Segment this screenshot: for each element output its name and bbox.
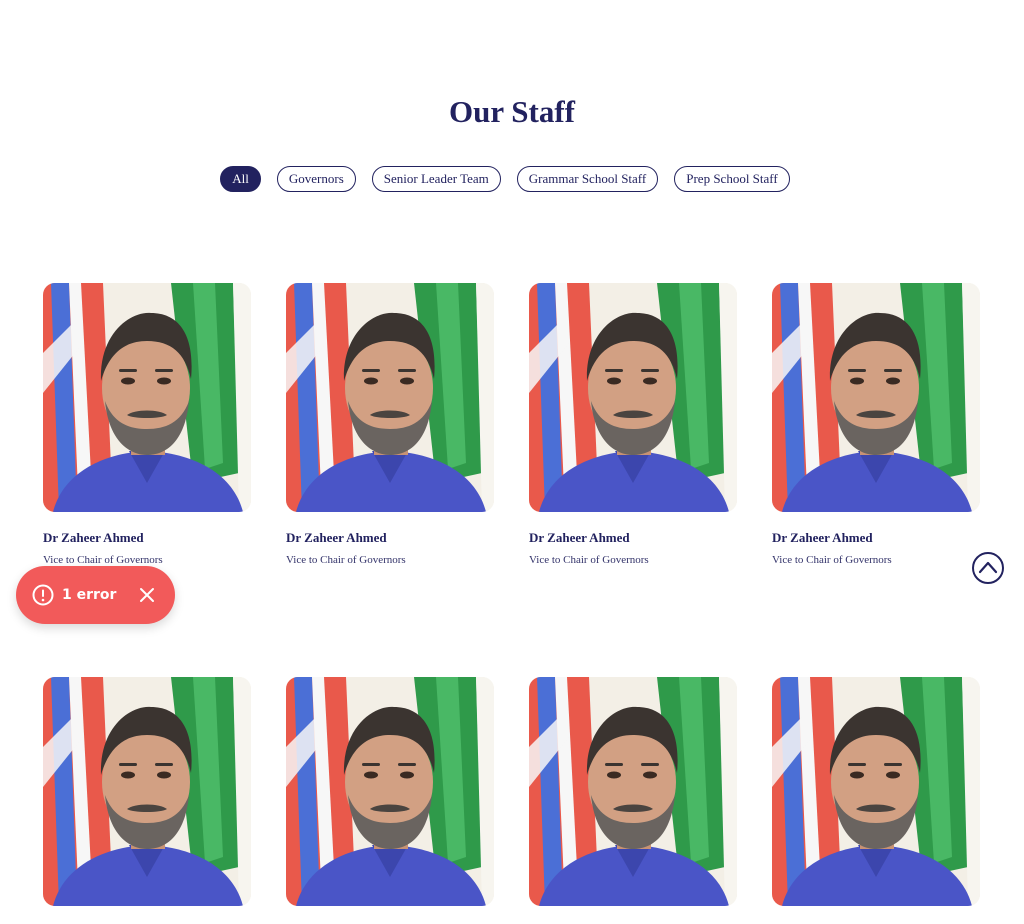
staff-photo[interactable] bbox=[43, 677, 251, 906]
chevron-up-icon bbox=[978, 561, 998, 574]
close-icon[interactable] bbox=[139, 587, 155, 603]
error-icon bbox=[32, 584, 54, 606]
staff-card[interactable] bbox=[43, 677, 251, 924]
staff-name: Dr Zaheer Ahmed bbox=[772, 530, 873, 545]
filter-governors[interactable]: Governors bbox=[276, 166, 356, 192]
staff-name: Dr Zaheer Ahmed bbox=[286, 530, 387, 545]
staff-portrait-image bbox=[772, 677, 980, 906]
staff-name: Dr Zaheer Ahmed bbox=[43, 530, 144, 545]
filter-grammar-school-staff[interactable]: Grammar School Staff bbox=[516, 166, 659, 192]
staff-grid: Dr Zaheer Ahmed Vice to Chair of Governo… bbox=[43, 283, 980, 924]
staff-card[interactable]: Dr Zaheer Ahmed Vice to Chair of Governo… bbox=[772, 283, 980, 566]
staff-photo[interactable] bbox=[529, 677, 737, 906]
staff-card[interactable] bbox=[772, 677, 980, 924]
staff-photo[interactable] bbox=[529, 283, 737, 512]
staff-portrait-image bbox=[286, 677, 494, 906]
staff-photo[interactable] bbox=[772, 677, 980, 906]
staff-role: Vice to Chair of Governors bbox=[772, 554, 892, 566]
staff-portrait-image bbox=[286, 283, 494, 512]
staff-role: Vice to Chair of Governors bbox=[43, 554, 163, 566]
error-toast[interactable]: 1 error bbox=[16, 566, 175, 624]
staff-photo[interactable] bbox=[43, 283, 251, 512]
staff-portrait-image bbox=[43, 283, 251, 512]
staff-filter-bar: All Governors Senior Leader Team Grammar… bbox=[0, 166, 1010, 192]
staff-role: Vice to Chair of Governors bbox=[529, 554, 649, 566]
staff-card[interactable] bbox=[286, 677, 494, 924]
staff-card[interactable] bbox=[529, 677, 737, 924]
staff-card[interactable]: Dr Zaheer Ahmed Vice to Chair of Governo… bbox=[43, 283, 251, 566]
filter-senior-leader-team[interactable]: Senior Leader Team bbox=[371, 166, 501, 192]
scroll-to-top-button[interactable] bbox=[972, 552, 1004, 584]
staff-portrait-image bbox=[772, 283, 980, 512]
staff-photo[interactable] bbox=[772, 283, 980, 512]
error-count-text: 1 error bbox=[62, 587, 117, 603]
staff-name: Dr Zaheer Ahmed bbox=[529, 530, 630, 545]
staff-photo[interactable] bbox=[286, 283, 494, 512]
filter-all[interactable]: All bbox=[220, 166, 261, 192]
staff-portrait-image bbox=[529, 677, 737, 906]
page-title: Our Staff bbox=[448, 94, 575, 129]
filter-prep-school-staff[interactable]: Prep School Staff bbox=[674, 166, 790, 192]
staff-card[interactable]: Dr Zaheer Ahmed Vice to Chair of Governo… bbox=[529, 283, 737, 566]
staff-card[interactable]: Dr Zaheer Ahmed Vice to Chair of Governo… bbox=[286, 283, 494, 566]
staff-portrait-image bbox=[529, 283, 737, 512]
staff-role: Vice to Chair of Governors bbox=[286, 554, 406, 566]
staff-portrait-image bbox=[43, 677, 251, 906]
staff-photo[interactable] bbox=[286, 677, 494, 906]
